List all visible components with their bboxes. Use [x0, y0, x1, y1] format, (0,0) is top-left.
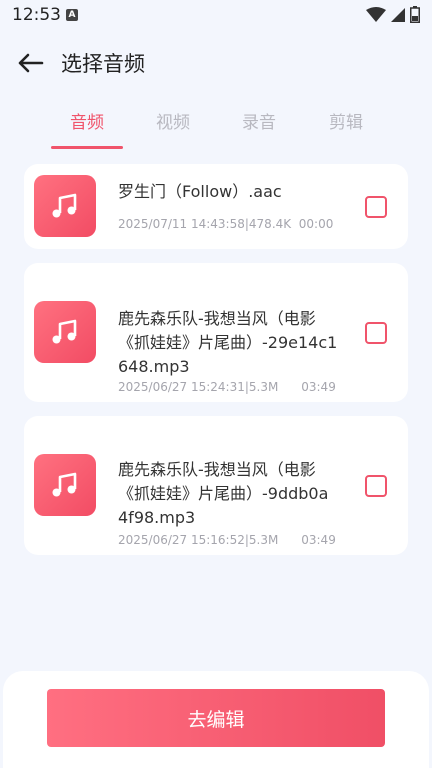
audio-file-item[interactable]: 鹿先森乐队-我想当风（电影《抓娃娃》片尾曲）-29e14c1648.mp3 20… — [24, 263, 408, 402]
tab-video[interactable]: 视频 — [133, 108, 213, 133]
music-note-icon — [52, 193, 77, 218]
back-button[interactable] — [16, 50, 46, 76]
audio-file-item[interactable]: 鹿先森乐队-我想当风（电影《抓娃娃》片尾曲）-9ddb0a4f98.mp3 20… — [24, 416, 408, 555]
select-checkbox[interactable] — [365, 475, 387, 497]
tab-active-indicator — [51, 146, 123, 149]
file-meta: 2025/07/11 14:43:58|478.4K 00:00 — [118, 217, 334, 231]
wifi-icon — [366, 6, 386, 22]
status-time: 12:53 — [12, 5, 61, 25]
tab-recording[interactable]: 录音 — [219, 108, 299, 133]
music-note-icon — [52, 472, 77, 497]
status-bar: 12:53 A — [0, 0, 432, 30]
audio-thumbnail — [34, 301, 96, 363]
tab-audio[interactable]: 音频 — [47, 108, 127, 133]
header: 选择音频 — [0, 38, 432, 88]
tab-bar: 音频 视频 录音 剪辑 — [0, 108, 432, 150]
audio-thumbnail — [34, 175, 96, 237]
battery-icon — [410, 6, 420, 23]
file-meta: 2025/06/27 15:24:31|5.3M 03:49 — [118, 380, 336, 394]
file-name: 罗生门（Follow）.aac — [118, 182, 282, 201]
go-edit-button[interactable]: 去编辑 — [47, 689, 385, 747]
select-checkbox[interactable] — [365, 196, 387, 218]
page-title: 选择音频 — [61, 52, 145, 76]
status-icons — [366, 6, 420, 23]
notification-a-icon: A — [66, 9, 78, 21]
file-name: 鹿先森乐队-我想当风（电影《抓娃娃》片尾曲）-29e14c1648.mp3 — [118, 309, 338, 376]
signal-icon — [391, 7, 405, 22]
music-note-icon — [52, 319, 77, 344]
audio-file-item[interactable]: 罗生门（Follow）.aac 2025/07/11 14:43:58|478.… — [24, 164, 408, 249]
arrow-left-icon — [18, 53, 44, 73]
bottom-panel: 去编辑 — [3, 671, 429, 768]
select-checkbox[interactable] — [365, 322, 387, 344]
file-name: 鹿先森乐队-我想当风（电影《抓娃娃》片尾曲）-9ddb0a4f98.mp3 — [118, 460, 329, 527]
file-meta: 2025/06/27 15:16:52|5.3M 03:49 — [118, 533, 336, 547]
tab-clip[interactable]: 剪辑 — [306, 108, 386, 133]
audio-thumbnail — [34, 454, 96, 516]
